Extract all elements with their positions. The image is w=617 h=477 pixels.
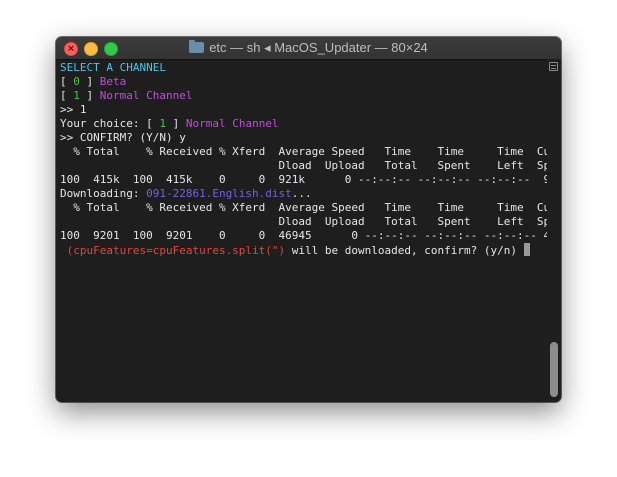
terminal-line: Dload Upload Total Spent Left Speed [60, 215, 561, 229]
terminal-text: 100 9201 100 9201 0 0 46945 0 --:--:-- -… [60, 229, 561, 242]
terminal-line: Dload Upload Total Spent Left Speed [60, 159, 561, 173]
terminal-text: 100 415k 100 415k 0 0 921k 0 --:--:-- --… [60, 173, 561, 186]
terminal-line: >> CONFIRM? (Y/N) y [60, 131, 545, 145]
terminal-text: >> 1 [60, 103, 87, 116]
terminal-line: [ 1 ] Normal Channel [60, 89, 545, 103]
terminal-line: [ 0 ] Beta [60, 75, 545, 89]
terminal-text: 091-22861.English.dist [146, 187, 292, 200]
terminal-text: % Total % Received % Xferd Average Speed… [60, 201, 561, 214]
terminal-text: Dload Upload Total Spent Left Speed [60, 159, 561, 172]
scrollbar-menu-icon[interactable] [549, 62, 558, 71]
terminal-line: >> 1 [60, 103, 545, 117]
terminal-text: SELECT A CHANNEL [60, 61, 166, 74]
terminal-text: will be downloaded, confirm? (y/n) [291, 244, 524, 257]
terminal-text: Beta [99, 75, 127, 88]
terminal-text: % Total % Received % Xferd Average Speed… [60, 145, 561, 158]
terminal-text: ] [79, 75, 100, 88]
window-title-text: etc — sh ◂ MacOS_Updater — 80×24 [209, 40, 428, 55]
terminal-text: Downloading: [60, 187, 147, 200]
terminal-text: 1 [73, 89, 80, 102]
title-bar[interactable]: × etc — sh ◂ MacOS_Updater — 80×24 [56, 37, 561, 60]
terminal-line: 100 9201 100 9201 0 0 46945 0 --:--:-- -… [60, 229, 561, 243]
terminal-window: × etc — sh ◂ MacOS_Updater — 80×24 SELEC… [56, 37, 561, 402]
terminal-text: (cpuFeatures=cpuFeatures.split(") [60, 244, 292, 257]
terminal-text: Your choice: [ [60, 117, 160, 130]
terminal-text: ] [79, 89, 100, 102]
terminal-line: 100 415k 100 415k 0 0 921k 0 --:--:-- --… [60, 173, 561, 187]
terminal-line: % Total % Received % Xferd Average Speed… [60, 145, 561, 159]
terminal-text: Dload Upload Total Spent Left Speed [60, 215, 561, 228]
terminal-line: (cpuFeatures=cpuFeatures.split(") will b… [60, 243, 545, 257]
terminal-line: SELECT A CHANNEL [60, 61, 545, 75]
terminal-text: ... [291, 187, 312, 200]
terminal-text: Normal Channel [99, 89, 193, 102]
terminal-text: 0 [73, 75, 80, 88]
window-title: etc — sh ◂ MacOS_Updater — 80×24 [56, 37, 561, 59]
text-cursor [523, 243, 530, 256]
terminal-line: % Total % Received % Xferd Average Speed… [60, 201, 561, 215]
terminal-text: Normal Channel [185, 117, 279, 130]
folder-icon [189, 40, 205, 53]
terminal-text: ] [165, 117, 186, 130]
scrollbar-thumb[interactable] [550, 342, 558, 397]
terminal-line: Your choice: [ 1 ] Normal Channel [60, 117, 545, 131]
terminal-line: Downloading: 091-22861.English.dist... [60, 187, 545, 201]
terminal-text: [ [60, 75, 74, 88]
terminal-output[interactable]: SELECT A CHANNEL[ 0 ] Beta[ 1 ] Normal C… [60, 61, 561, 402]
terminal-text: 1 [159, 117, 166, 130]
terminal-text: [ [60, 89, 74, 102]
terminal-text: >> CONFIRM? (Y/N) y [60, 131, 186, 144]
